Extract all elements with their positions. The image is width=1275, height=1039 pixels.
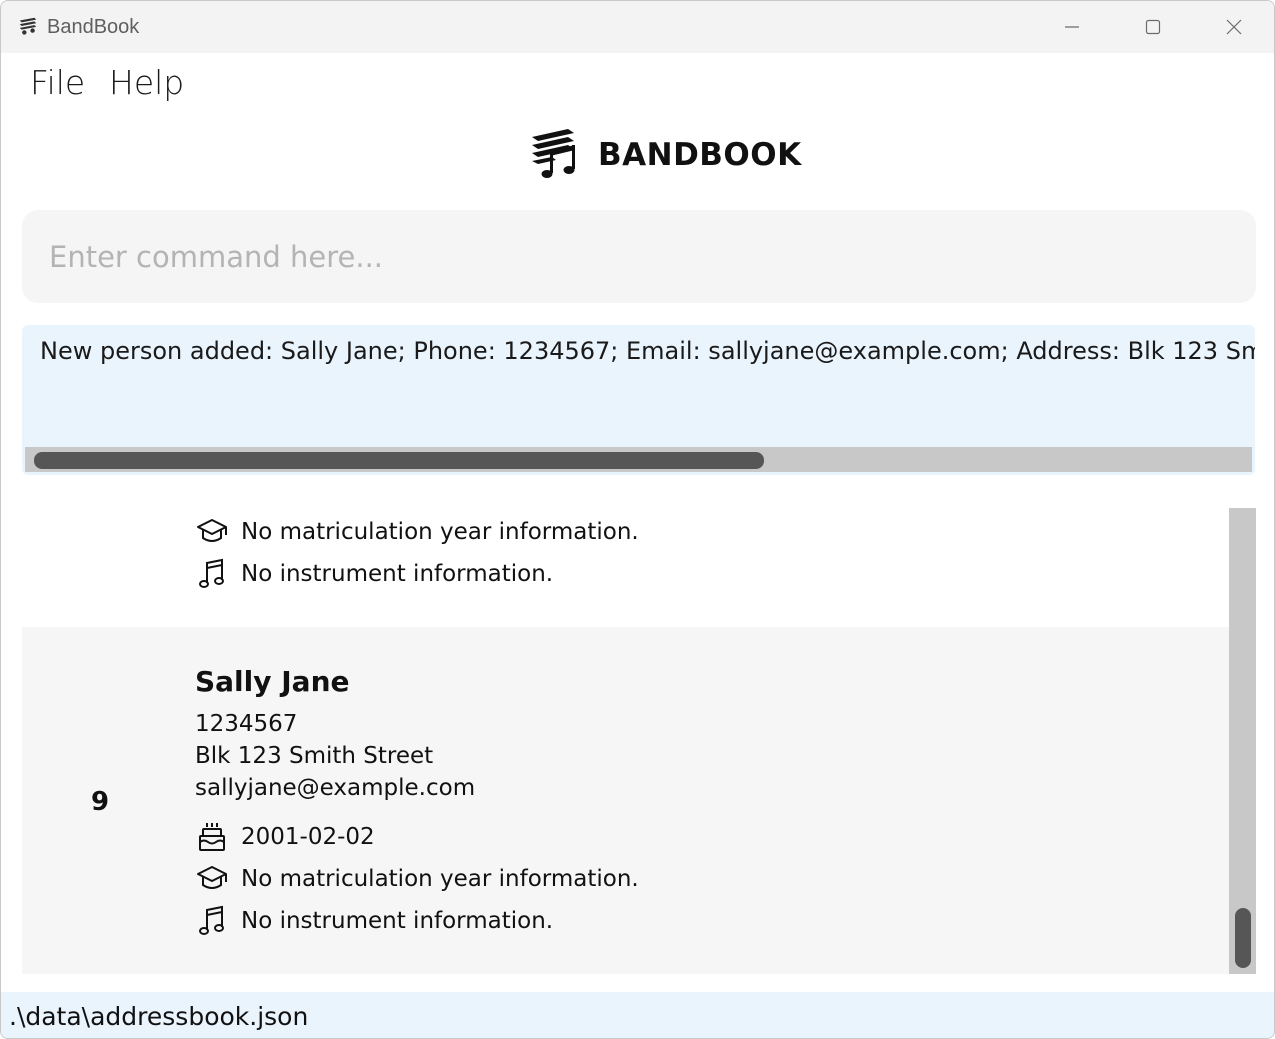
- vertical-scroll-thumb[interactable]: [1235, 908, 1251, 968]
- command-box: [22, 210, 1256, 303]
- close-icon: [1226, 19, 1242, 35]
- logo-text: BANDBOOK: [598, 137, 802, 173]
- app-logo: BANDBOOK: [528, 127, 802, 183]
- person-card[interactable]: 9 Sally Jane 1234567 Blk 123 Smith Stree…: [22, 627, 1229, 974]
- close-button[interactable]: [1194, 1, 1274, 53]
- music-note-icon: [195, 557, 229, 591]
- matriculation-row: No matriculation year information.: [195, 862, 639, 896]
- matriculation-row: No matriculation year information.: [195, 515, 639, 549]
- save-file-path: .\data\addressbook.json: [9, 1002, 309, 1031]
- person-list: No matriculation year information. No in…: [22, 508, 1256, 974]
- horizontal-scrollbar[interactable]: [25, 447, 1252, 472]
- vertical-scrollbar[interactable]: [1229, 508, 1256, 974]
- instrument-row: No instrument information.: [195, 557, 553, 591]
- title-bar: BandBook: [1, 1, 1274, 53]
- person-address: Blk 123 Smith Street: [195, 743, 434, 769]
- result-message: New person added: Sally Jane; Phone: 123…: [40, 337, 1255, 365]
- minimize-icon: [1065, 26, 1079, 28]
- instrument-text: No instrument information.: [241, 561, 554, 587]
- maximize-button[interactable]: [1113, 1, 1193, 53]
- menu-bar: File Help: [1, 53, 1274, 111]
- person-card[interactable]: No matriculation year information. No in…: [22, 508, 1229, 627]
- birthday-cake-icon: [195, 820, 229, 854]
- bandbook-logo-icon: [532, 129, 575, 178]
- status-bar: .\data\addressbook.json: [1, 992, 1274, 1038]
- window-title: BandBook: [47, 16, 140, 38]
- person-email: sallyjane@example.com: [195, 775, 476, 801]
- command-input[interactable]: [49, 236, 1229, 278]
- music-note-icon: [195, 904, 229, 938]
- instrument-row: No instrument information.: [195, 904, 553, 938]
- result-display: New person added: Sally Jane; Phone: 123…: [22, 325, 1255, 475]
- bandbook-logo-icon: [19, 17, 37, 35]
- matriculation-text: No matriculation year information.: [241, 866, 639, 892]
- birthday-row: 2001-02-02: [195, 820, 375, 854]
- graduation-cap-icon: [195, 862, 229, 896]
- menu-file[interactable]: File: [30, 63, 85, 102]
- matriculation-text: No matriculation year information.: [241, 519, 639, 545]
- person-phone: 1234567: [195, 711, 298, 737]
- person-name: Sally Jane: [195, 665, 350, 698]
- app-window: BandBook File Help BANDBOOK Enter comman…: [0, 0, 1275, 1039]
- graduation-cap-icon: [195, 515, 229, 549]
- person-index: 9: [91, 787, 110, 817]
- menu-help[interactable]: Help: [109, 63, 184, 102]
- birthday-text: 2001-02-02: [241, 824, 375, 850]
- minimize-button[interactable]: [1032, 1, 1112, 53]
- maximize-icon: [1145, 19, 1161, 35]
- instrument-text: No instrument information.: [241, 908, 554, 934]
- horizontal-scroll-thumb[interactable]: [34, 452, 764, 469]
